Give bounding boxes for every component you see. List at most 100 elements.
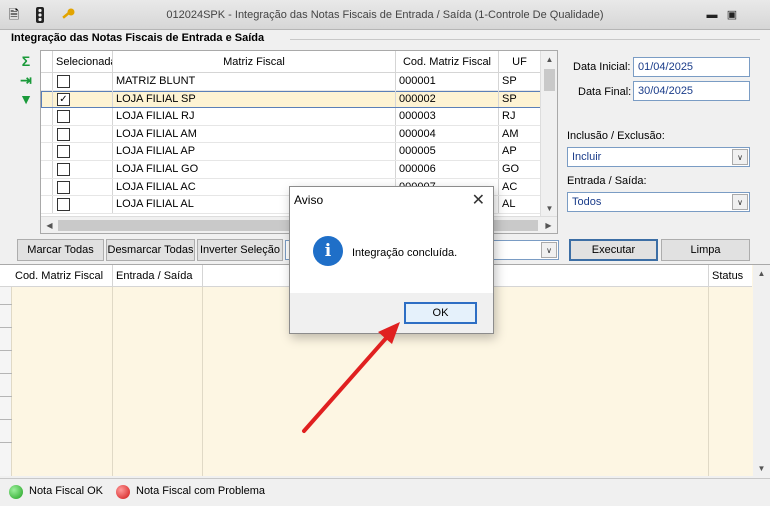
sigma-icon[interactable]: Σ <box>16 52 36 71</box>
dialog-title: Aviso <box>294 193 324 207</box>
data-final-field[interactable]: 30/04/2025 <box>633 81 750 101</box>
inclusao-label: Inclusão / Exclusão: <box>567 130 665 142</box>
selecionada-cell[interactable] <box>53 161 113 178</box>
results-scrollbar[interactable]: ▲ ▼ <box>753 265 770 477</box>
scroll-up-icon[interactable]: ▲ <box>753 265 770 282</box>
title-bar: 🗎 012024SPK - Integração das Notas Fisca… <box>0 0 770 30</box>
selecionada-cell[interactable] <box>53 108 113 125</box>
results-column-cod[interactable]: Cod. Matriz Fiscal <box>12 265 113 287</box>
restore-icon[interactable]: ▬ <box>704 8 720 22</box>
matriz-cell: LOJA FILIAL AM <box>113 125 396 143</box>
matriz-cell: LOJA FILIAL GO <box>113 161 396 178</box>
data-inicial-field[interactable]: 01/04/2025 <box>633 57 750 77</box>
column-header-uf[interactable]: UF <box>499 51 541 72</box>
inclusao-select[interactable]: Incluir ∨ <box>567 147 750 167</box>
selecionada-cell[interactable] <box>53 73 113 90</box>
column-header-cod[interactable]: Cod. Matriz Fiscal <box>396 51 499 72</box>
cod-cell: 000001 <box>396 73 499 90</box>
ok-button[interactable]: OK <box>404 302 477 324</box>
row-indicator <box>41 196 53 213</box>
checkbox[interactable] <box>57 75 70 88</box>
scroll-right-icon[interactable]: ▶ <box>540 217 557 234</box>
limpa-button[interactable]: Limpa <box>661 239 750 261</box>
checkbox[interactable] <box>57 198 70 212</box>
dialog-message: Integração concluída. <box>352 247 458 259</box>
checkbox[interactable] <box>57 145 70 159</box>
uf-cell: GO <box>499 161 541 178</box>
section-divider <box>290 39 760 40</box>
matriz-cell: LOJA FILIAL RJ <box>113 108 396 125</box>
row-indicator <box>41 125 53 143</box>
matriz-cell: LOJA FILIAL SP <box>113 90 396 108</box>
filter-icon[interactable]: ▼ <box>16 90 36 109</box>
row-indicator <box>41 161 53 178</box>
row-indicator <box>41 108 53 125</box>
table-row[interactable]: ✓ LOJA FILIAL SP 000002 SP <box>41 90 541 109</box>
uf-cell: AL <box>499 196 541 213</box>
column-header-matriz[interactable]: Matriz Fiscal <box>113 51 396 72</box>
selecionada-cell[interactable] <box>53 143 113 160</box>
row-indicator-column <box>0 287 12 476</box>
dialog-footer: OK <box>290 293 493 333</box>
selecionada-cell[interactable] <box>53 125 113 143</box>
green-dot-icon <box>9 485 23 499</box>
section-title: Integração das Notas Fiscais de Entrada … <box>11 32 265 44</box>
selecionada-cell[interactable]: ✓ <box>53 90 113 108</box>
uf-cell: SP <box>499 73 541 90</box>
table-row[interactable]: LOJA FILIAL AP 000005 AP <box>41 143 541 161</box>
cod-cell: 000003 <box>396 108 499 125</box>
table-row[interactable]: LOJA FILIAL AM 000004 AM <box>41 125 541 144</box>
inverter-selecao-button[interactable]: Inverter Seleção <box>197 239 283 261</box>
checkbox[interactable] <box>57 110 70 124</box>
matriz-cell: MATRIZ BLUNT <box>113 73 396 90</box>
results-col-entrada <box>113 287 203 476</box>
side-toolbar: Σ ⇥ ▼ <box>16 52 36 109</box>
indicator-header <box>41 51 53 72</box>
uf-cell: AC <box>499 178 541 196</box>
chevron-down-icon[interactable]: ∨ <box>541 242 557 258</box>
scroll-down-icon[interactable]: ▼ <box>753 460 770 477</box>
matriz-cell: LOJA FILIAL AP <box>113 143 396 160</box>
checkbox[interactable] <box>57 127 70 141</box>
selecionada-cell[interactable] <box>53 196 113 213</box>
selecionada-cell[interactable] <box>53 178 113 196</box>
table-row[interactable]: LOJA FILIAL RJ 000003 RJ <box>41 108 541 126</box>
scroll-left-icon[interactable]: ◀ <box>41 217 58 234</box>
executar-button[interactable]: Executar <box>569 239 658 261</box>
desmarcar-todas-button[interactable]: Desmarcar Todas <box>106 239 195 261</box>
entrada-select[interactable]: Todos ∨ <box>567 192 750 212</box>
aviso-dialog: Aviso ✕ i Integração concluída. OK <box>289 186 494 334</box>
scroll-thumb[interactable] <box>544 69 555 91</box>
chevron-down-icon[interactable]: ∨ <box>732 149 748 165</box>
results-column-entrada[interactable]: Entrada / Saída <box>113 265 203 287</box>
uf-cell: AP <box>499 143 541 160</box>
info-icon: i <box>313 236 343 266</box>
cod-cell: 000002 <box>396 90 499 108</box>
scroll-down-icon[interactable]: ▼ <box>541 200 558 217</box>
vertical-scrollbar[interactable]: ▲ ▼ <box>540 51 557 217</box>
close-icon[interactable]: ✕ <box>472 190 485 210</box>
results-column-status[interactable]: Status <box>709 265 752 287</box>
uf-cell: AM <box>499 125 541 143</box>
row-indicator <box>41 90 53 108</box>
red-dot-icon <box>116 485 130 499</box>
checkbox[interactable] <box>57 180 70 194</box>
table-row[interactable]: LOJA FILIAL GO 000006 GO <box>41 161 541 179</box>
column-header-selecionada[interactable]: Selecionada <box>53 51 113 72</box>
entrada-label: Entrada / Saída: <box>567 175 647 187</box>
status-bar: Nota Fiscal OK Nota Fiscal com Problema <box>0 478 770 506</box>
table-row[interactable]: MATRIZ BLUNT 000001 SP <box>41 73 541 91</box>
maximize-icon[interactable]: ▣ <box>724 8 740 22</box>
marcar-todas-button[interactable]: Marcar Todas <box>17 239 104 261</box>
window-title: 012024SPK - Integração das Notas Fiscais… <box>166 9 604 21</box>
row-indicator <box>41 178 53 196</box>
uf-cell: SP <box>499 90 541 108</box>
scroll-up-icon[interactable]: ▲ <box>541 51 558 68</box>
export-icon[interactable]: ⇥ <box>16 71 36 90</box>
cod-cell: 000005 <box>396 143 499 160</box>
checked-checkbox[interactable]: ✓ <box>57 92 70 106</box>
cod-cell: 000006 <box>396 161 499 178</box>
chevron-down-icon[interactable]: ∨ <box>732 194 748 210</box>
uf-cell: RJ <box>499 108 541 125</box>
checkbox[interactable] <box>57 163 70 176</box>
